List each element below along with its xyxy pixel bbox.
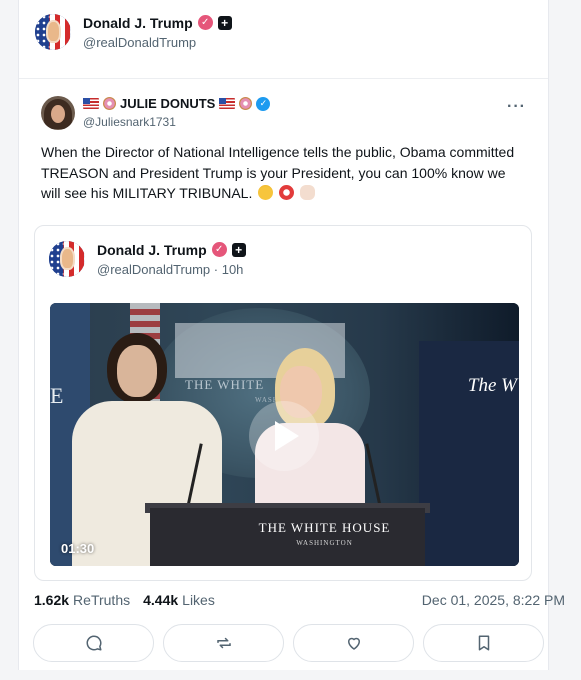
repost-header: JULIE DONUTS ✓ @Juliesnark1731 ··· — [41, 96, 532, 130]
page-bottom-edge — [0, 670, 581, 680]
video-podium-title: THE WHITE HOUSE — [258, 520, 391, 535]
donut-icon — [239, 97, 253, 110]
alarm-clock-emoji-icon — [279, 185, 295, 200]
like-button[interactable] — [293, 624, 414, 662]
author-handle[interactable]: @realDonaldTrump — [83, 35, 232, 50]
retruths-label[interactable]: ReTruths — [73, 592, 130, 608]
avatar[interactable] — [49, 241, 85, 277]
likes-label[interactable]: Likes — [182, 592, 215, 608]
author-display-name[interactable]: Donald J. Trump — [83, 15, 193, 31]
avatar-face — [45, 20, 61, 43]
repost-display-name[interactable]: JULIE DONUTS — [120, 96, 215, 111]
post-text-body: When the Director of National Intelligen… — [41, 144, 515, 201]
video-player[interactable]: THE WHITE WASHIN E The W THE WHITE HOUSE… — [50, 303, 519, 566]
quoted-post[interactable]: Donald J. Trump ✓ + @realDonaldTrump · 1… — [34, 225, 532, 581]
plus-badge-icon: + — [217, 15, 232, 30]
post-timestamp: Dec 01, 2025, 8:22 PM — [421, 592, 565, 608]
blue-check-icon: ✓ — [256, 96, 271, 111]
quoted-handle-row: @realDonaldTrump · 10h — [97, 262, 246, 277]
reply-icon — [86, 635, 101, 651]
video-right-screen-text: The W — [467, 375, 517, 396]
video-left-letter: E — [50, 383, 64, 408]
avatar[interactable] — [35, 14, 71, 50]
video-podium — [150, 508, 425, 566]
bookmark-button[interactable] — [423, 624, 544, 662]
reposted-content: JULIE DONUTS ✓ @Juliesnark1731 ··· When … — [41, 96, 532, 204]
retruths-count[interactable]: 1.62k — [34, 592, 69, 608]
quoted-post-author[interactable]: Donald J. Trump ✓ + @realDonaldTrump · 1… — [49, 241, 246, 277]
action-bar — [33, 624, 544, 662]
quoted-name-row: Donald J. Trump ✓ + — [97, 242, 246, 258]
verified-badge-icon: ✓ — [211, 242, 227, 257]
bookmark-icon — [478, 635, 489, 651]
donut-icon — [103, 97, 116, 110]
quoted-name-block: Donald J. Trump ✓ + @realDonaldTrump · 1… — [97, 242, 246, 277]
us-flag-icon — [219, 98, 236, 109]
repost-handle[interactable]: @Juliesnark1731 — [83, 115, 270, 129]
avatar-face — [59, 247, 75, 270]
likes-count[interactable]: 4.44k — [143, 592, 178, 608]
reply-button[interactable] — [33, 624, 154, 662]
smirk-emoji-icon — [258, 185, 274, 200]
retruth-icon — [216, 637, 231, 649]
divider — [19, 78, 548, 79]
clapping-hands-emoji-icon — [300, 185, 316, 200]
play-icon — [275, 421, 299, 451]
us-flag-icon — [83, 98, 99, 109]
author-name-block: Donald J. Trump ✓ + @realDonaldTrump — [83, 15, 232, 50]
retruth-button[interactable] — [163, 624, 284, 662]
repost-avatar[interactable] — [41, 96, 75, 130]
quoted-display-name[interactable]: Donald J. Trump — [97, 242, 207, 258]
post-stats: 1.62k ReTruths 4.44k Likes Dec 01, 2025,… — [34, 592, 565, 608]
post-author[interactable]: Donald J. Trump ✓ + @realDonaldTrump — [35, 14, 232, 50]
video-podium-subtitle: WASHINGTON — [296, 539, 353, 547]
more-options-icon[interactable]: ··· — [507, 98, 526, 116]
repost-name-row[interactable]: JULIE DONUTS ✓ — [83, 96, 271, 111]
repost-name-block: JULIE DONUTS ✓ @Juliesnark1731 — [83, 96, 271, 129]
post-text: When the Director of National Intelligen… — [41, 142, 521, 204]
like-icon — [347, 637, 360, 650]
video-duration: 01:30 — [61, 541, 95, 556]
plus-badge-icon: + — [231, 242, 246, 257]
person-face — [117, 345, 157, 397]
quoted-handle[interactable]: @realDonaldTrump — [97, 262, 210, 277]
play-button[interactable] — [249, 401, 319, 471]
quoted-time-ago: · 10h — [213, 261, 244, 277]
verified-badge-icon: ✓ — [197, 15, 213, 30]
author-name-row: Donald J. Trump ✓ + — [83, 15, 232, 31]
avatar-face — [51, 105, 65, 123]
